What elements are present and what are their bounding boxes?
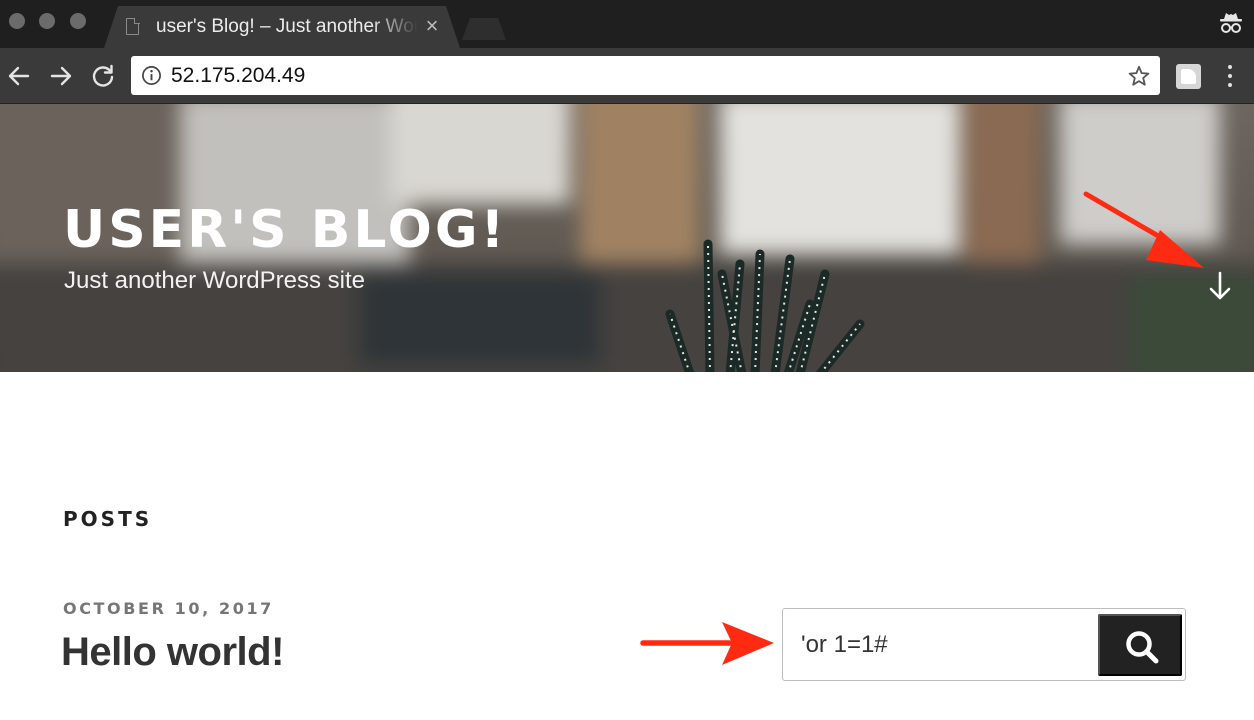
new-tab-button[interactable] [462, 18, 506, 40]
arrow-right-icon[interactable] [48, 63, 74, 89]
browser-title-bar: user's Blog! – Just another WordPress si… [0, 0, 1254, 48]
page-title: POSTS [63, 507, 153, 531]
info-icon[interactable] [141, 65, 162, 86]
post-date[interactable]: OCTOBER 10, 2017 [63, 599, 274, 619]
window-close-button[interactable] [9, 13, 25, 29]
site-description: Just another WordPress site [64, 267, 366, 294]
window-zoom-button[interactable] [70, 13, 86, 29]
search-input[interactable] [784, 610, 1096, 679]
browser-toolbar: 52.175.204.49 [0, 48, 1254, 104]
annotation-arrow-icon [640, 622, 774, 665]
incognito-icon [1220, 13, 1242, 33]
arrow-left-icon[interactable] [6, 63, 32, 89]
address-bar[interactable]: 52.175.204.49 [131, 56, 1160, 95]
tab-close-icon[interactable]: × [422, 14, 442, 38]
url-text: 52.175.204.49 [171, 64, 306, 87]
site-title[interactable]: user's Blog! [63, 200, 507, 260]
search-button[interactable] [1098, 614, 1182, 676]
search-form [782, 608, 1186, 681]
extension-icon[interactable] [1176, 64, 1201, 89]
more-vert-icon[interactable] [1222, 62, 1238, 90]
search-icon [1126, 631, 1159, 664]
star-icon[interactable] [1127, 64, 1151, 88]
tab-title: user's Blog! – Just another WordPress si… [156, 16, 418, 37]
arrow-down-icon[interactable] [1206, 270, 1234, 302]
plant-decoration [665, 239, 865, 372]
browser-tab-active[interactable]: user's Blog! – Just another WordPress si… [104, 6, 460, 48]
document-icon [126, 17, 140, 35]
post-title[interactable]: Hello world! [61, 626, 284, 678]
window-minimize-button[interactable] [39, 13, 55, 29]
reload-icon[interactable] [90, 63, 116, 89]
site-header: user's Blog! Just another WordPress site [0, 104, 1254, 372]
